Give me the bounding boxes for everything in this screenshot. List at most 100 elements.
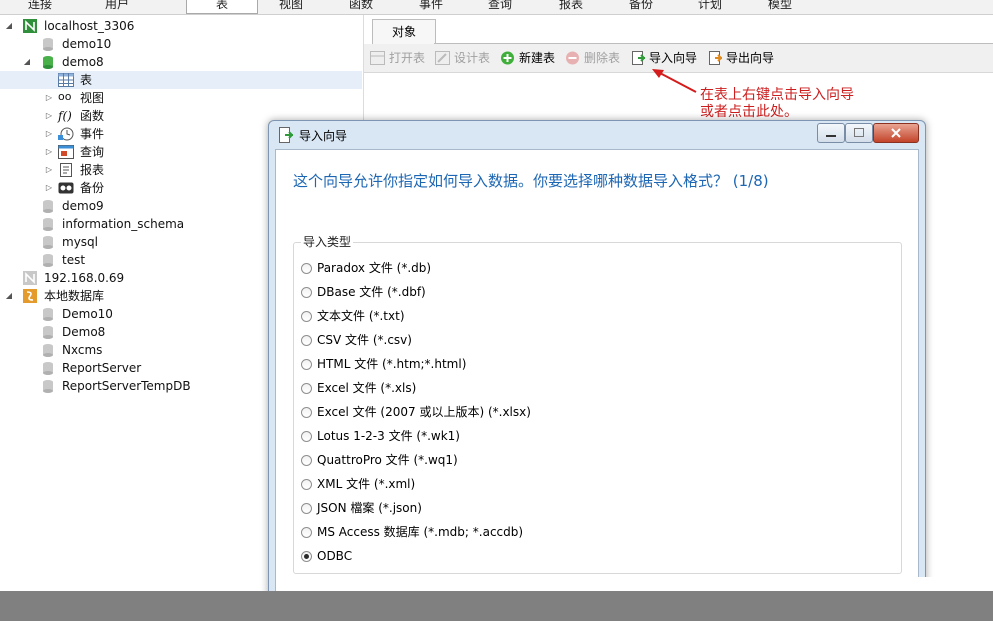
design-table-icon: [435, 51, 450, 65]
option-label: CSV 文件 (*.csv): [317, 333, 412, 347]
backup-icon: [58, 182, 74, 194]
expand-arrow-icon[interactable]: ▷: [44, 143, 54, 161]
option-text[interactable]: 文本文件 (*.txt): [301, 305, 405, 327]
option-excel[interactable]: Excel 文件 (*.xls): [301, 377, 416, 399]
expand-arrow-icon[interactable]: ◢: [4, 287, 14, 305]
annotation-text: 在表上右键点击导入向导 或者点击此处。: [700, 87, 854, 121]
wizard-question: 这个向导允许你指定如何导入数据。你要选择哪种数据导入格式？ (1/8): [293, 172, 769, 190]
close-button[interactable]: [873, 123, 919, 143]
expand-arrow-icon[interactable]: ◢: [22, 53, 32, 71]
design-table-button[interactable]: 设计表: [435, 44, 490, 72]
import-icon: [279, 127, 293, 143]
menu-connection[interactable]: 连接: [28, 0, 52, 13]
menu-event[interactable]: 事件: [419, 0, 443, 13]
tree-label: demo8: [62, 55, 104, 69]
export-wizard-label: 导出向导: [726, 51, 775, 65]
function-icon: f(): [58, 109, 72, 123]
option-label: QuattroPro 文件 (*.wq1): [317, 453, 458, 467]
group-label: 导入类型: [301, 235, 354, 249]
database-icon: [43, 308, 53, 321]
menu-query[interactable]: 查询: [488, 0, 512, 13]
bottom-gray-bar: [0, 591, 993, 621]
minimize-button[interactable]: [817, 123, 845, 143]
tree-connection-localhost[interactable]: ◢ localhost_3306: [4, 17, 344, 35]
open-table-icon: [370, 51, 385, 65]
menu-report[interactable]: 报表: [559, 0, 583, 13]
radio-button[interactable]: [301, 263, 312, 274]
import-wizard-label: 导入向导: [649, 51, 698, 65]
tree-label: Nxcms: [62, 343, 103, 357]
delete-table-label: 删除表: [584, 51, 621, 65]
database-icon: [43, 236, 53, 249]
import-type-group: 导入类型 Paradox 文件 (*.db) DBase 文件 (*.dbf) …: [293, 235, 902, 574]
option-paradox[interactable]: Paradox 文件 (*.db): [301, 257, 431, 279]
expand-arrow-icon[interactable]: ▷: [44, 125, 54, 143]
new-table-label: 新建表: [519, 51, 556, 65]
dialog-titlebar[interactable]: 导入向导: [269, 121, 925, 149]
database-icon: [43, 254, 53, 267]
radio-button[interactable]: [301, 455, 312, 466]
event-icon: [58, 127, 74, 141]
dialog-body: 这个向导允许你指定如何导入数据。你要选择哪种数据导入格式？ (1/8) 导入类型…: [275, 149, 919, 617]
radio-button[interactable]: [301, 287, 312, 298]
tab-objects[interactable]: 对象: [372, 19, 436, 44]
database-icon: [43, 38, 53, 51]
export-wizard-button[interactable]: 导出向导: [707, 44, 774, 72]
radio-button[interactable]: [301, 431, 312, 442]
new-table-button[interactable]: 新建表: [500, 44, 555, 72]
option-ms-access[interactable]: MS Access 数据库 (*.mdb; *.accdb): [301, 521, 523, 543]
radio-button[interactable]: [301, 527, 312, 538]
option-dbase[interactable]: DBase 文件 (*.dbf): [301, 281, 426, 303]
menu-model[interactable]: 模型: [768, 0, 792, 13]
annotation-line2: 或者点击此处。: [700, 104, 798, 120]
query-icon: [58, 145, 74, 159]
expand-arrow-icon[interactable]: ▷: [44, 107, 54, 125]
option-html[interactable]: HTML 文件 (*.htm;*.html): [301, 353, 466, 375]
maximize-icon: [854, 128, 864, 137]
tree-views[interactable]: ▷ oo 视图: [4, 89, 344, 107]
annotation-arrow-icon: [652, 69, 697, 93]
menu-view[interactable]: 视图: [279, 0, 303, 13]
delete-icon: [566, 51, 579, 65]
option-json[interactable]: JSON 檔案 (*.json): [301, 497, 422, 519]
option-label: DBase 文件 (*.dbf): [317, 285, 426, 299]
radio-button[interactable]: [301, 479, 312, 490]
open-table-button[interactable]: 打开表: [370, 44, 425, 72]
add-icon: [501, 51, 514, 65]
main-toolbar: 连接 用户 表 视图 函数 事件 查询 报表 备份 计划 模型: [0, 0, 993, 15]
radio-button[interactable]: [301, 407, 312, 418]
menu-schedule[interactable]: 计划: [698, 0, 722, 13]
expand-arrow-icon[interactable]: ▷: [44, 179, 54, 197]
delete-table-button[interactable]: 删除表: [565, 44, 620, 72]
option-excel-2007[interactable]: Excel 文件 (2007 或以上版本) (*.xlsx): [301, 401, 531, 423]
menu-user[interactable]: 用户: [105, 0, 129, 13]
close-icon: [891, 128, 901, 138]
option-label: Excel 文件 (*.xls): [317, 381, 417, 395]
menu-function[interactable]: 函数: [349, 0, 373, 13]
menu-backup[interactable]: 备份: [629, 0, 653, 13]
radio-button[interactable]: [301, 311, 312, 322]
expand-arrow-icon[interactable]: ▷: [44, 161, 54, 179]
expand-arrow-icon[interactable]: ▷: [44, 89, 54, 107]
menu-table[interactable]: 表: [186, 0, 258, 14]
view-icon: oo: [58, 90, 72, 103]
tree-label: 备份: [80, 181, 105, 195]
radio-button[interactable]: [301, 335, 312, 346]
option-lotus[interactable]: Lotus 1-2-3 文件 (*.wk1): [301, 425, 460, 447]
radio-button[interactable]: [301, 503, 312, 514]
tree-db-demo8[interactable]: ◢ demo8: [4, 53, 344, 71]
maximize-button[interactable]: [845, 123, 873, 143]
radio-button[interactable]: [301, 359, 312, 370]
option-odbc[interactable]: ODBC: [301, 545, 352, 567]
expand-arrow-icon[interactable]: ◢: [4, 17, 14, 35]
connection-icon: [23, 271, 37, 285]
option-xml[interactable]: XML 文件 (*.xml): [301, 473, 415, 495]
tree-db-demo10[interactable]: demo10: [4, 35, 344, 53]
radio-button-selected[interactable]: [301, 551, 312, 562]
database-icon: [43, 200, 53, 213]
tree-tables[interactable]: 表: [0, 71, 362, 89]
option-quattropro[interactable]: QuattroPro 文件 (*.wq1): [301, 449, 458, 471]
radio-button[interactable]: [301, 383, 312, 394]
minimize-icon: [826, 135, 836, 137]
option-csv[interactable]: CSV 文件 (*.csv): [301, 329, 412, 351]
